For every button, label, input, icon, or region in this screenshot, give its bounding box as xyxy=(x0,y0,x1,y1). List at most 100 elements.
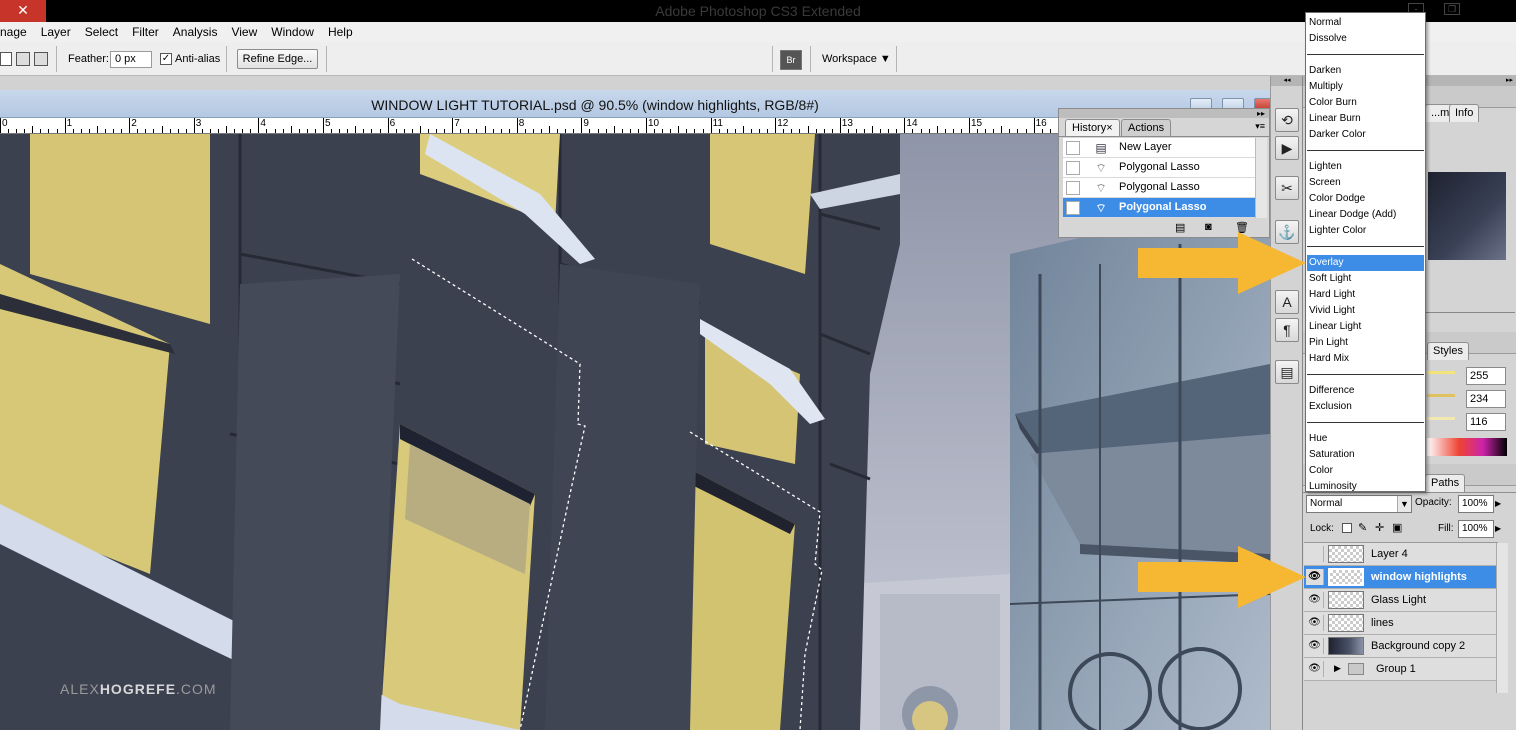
tab-history[interactable]: History× xyxy=(1065,119,1120,136)
eye-icon[interactable]: 👁 xyxy=(1306,661,1324,677)
blend-mode-option[interactable]: Luminosity xyxy=(1307,479,1424,495)
expand-group-icon[interactable]: ▶ xyxy=(1334,663,1341,674)
blend-mode-option[interactable]: Lighten xyxy=(1307,159,1424,175)
layer-row-selected[interactable]: 👁 window highlights xyxy=(1304,566,1496,589)
history-item[interactable]: ⌔ Polygonal Lasso xyxy=(1063,158,1255,178)
blend-mode-option[interactable]: Lighter Color xyxy=(1307,223,1424,239)
menu-layer[interactable]: Layer xyxy=(34,25,78,39)
red-value-field[interactable]: 255 xyxy=(1466,367,1506,385)
blend-mode-select[interactable]: Normal ▼ xyxy=(1306,495,1412,513)
layer-comps-icon[interactable]: ▤ xyxy=(1275,360,1299,384)
blend-mode-option[interactable]: Screen xyxy=(1307,175,1424,191)
layer-row[interactable]: 👁 lines xyxy=(1304,612,1496,635)
selection-mode-new-icon[interactable] xyxy=(0,52,12,66)
fill-field[interactable]: 100% xyxy=(1458,520,1494,538)
red-slider[interactable] xyxy=(1427,371,1455,374)
blend-mode-option[interactable]: Hue xyxy=(1307,431,1424,447)
layer-row[interactable]: 👁 Background copy 2 xyxy=(1304,635,1496,658)
history-brush-icon[interactable]: ⟲ xyxy=(1275,108,1299,132)
color-ramp[interactable] xyxy=(1427,438,1507,456)
green-slider[interactable] xyxy=(1427,394,1455,397)
blend-mode-option[interactable]: Vivid Light xyxy=(1307,303,1424,319)
eye-icon[interactable]: 👁 xyxy=(1306,638,1324,654)
feather-input[interactable]: 0 px xyxy=(110,51,152,68)
blend-mode-option[interactable]: Pin Light xyxy=(1307,335,1424,351)
navigator-zoom-slider[interactable] xyxy=(1425,312,1515,322)
navigator-thumbnail[interactable] xyxy=(1428,172,1506,260)
blend-mode-option[interactable]: Overlay xyxy=(1307,255,1424,271)
blend-mode-option[interactable]: Soft Light xyxy=(1307,271,1424,287)
bridge-icon[interactable]: Br xyxy=(780,50,802,70)
layers-scrollbar[interactable] xyxy=(1496,543,1508,693)
blend-mode-option[interactable]: Color Dodge xyxy=(1307,191,1424,207)
selection-mode-subtract-icon[interactable] xyxy=(16,52,30,66)
ruler-tick xyxy=(355,126,357,133)
blue-slider[interactable] xyxy=(1427,417,1455,420)
refine-edge-button[interactable]: Refine Edge... xyxy=(237,49,318,69)
menu-analysis[interactable]: Analysis xyxy=(166,25,225,39)
play-actions-icon[interactable]: ▶ xyxy=(1275,136,1299,160)
blend-mode-option[interactable]: Linear Burn xyxy=(1307,111,1424,127)
visibility-toggle[interactable] xyxy=(1306,546,1324,562)
blue-value-field[interactable]: 116 xyxy=(1466,413,1506,431)
workspace-button[interactable]: Workspace ▼ xyxy=(822,53,891,65)
blend-mode-option[interactable]: Darker Color xyxy=(1307,127,1424,143)
layer-row[interactable]: Layer 4 xyxy=(1304,543,1496,566)
layer-group-row[interactable]: 👁 ▶ Group 1 xyxy=(1304,658,1496,681)
blend-mode-option[interactable]: Saturation xyxy=(1307,447,1424,463)
lock-all-icon[interactable]: ▣ xyxy=(1392,521,1402,534)
eye-icon[interactable]: 👁 xyxy=(1306,615,1324,631)
tab-actions[interactable]: Actions xyxy=(1121,119,1172,136)
lock-position-icon[interactable]: ✛ xyxy=(1375,521,1384,534)
history-item[interactable]: ▤ New Layer xyxy=(1063,138,1255,158)
blend-mode-option[interactable]: Color Burn xyxy=(1307,95,1424,111)
layer-row[interactable]: 👁 Glass Light xyxy=(1304,589,1496,612)
blend-mode-option[interactable]: Color xyxy=(1307,463,1424,479)
opacity-slider-button[interactable]: ▶ xyxy=(1495,495,1507,513)
lock-pixels-icon[interactable]: ✎ xyxy=(1358,521,1367,534)
selection-mode-intersect-icon[interactable] xyxy=(34,52,48,66)
menu-view[interactable]: View xyxy=(224,25,264,39)
eye-icon[interactable]: 👁 xyxy=(1306,592,1324,608)
menu-filter[interactable]: Filter xyxy=(125,25,166,39)
blend-mode-option[interactable]: Normal xyxy=(1307,15,1424,31)
fill-slider-button[interactable]: ▶ xyxy=(1495,520,1507,538)
tab-info[interactable]: Info xyxy=(1449,104,1480,122)
tab-styles[interactable]: Styles xyxy=(1427,342,1469,360)
opacity-field[interactable]: 100% xyxy=(1458,495,1494,513)
blend-mode-option[interactable]: Multiply xyxy=(1307,79,1424,95)
maximize-button[interactable]: ❐ xyxy=(1444,3,1460,15)
blend-mode-option[interactable]: Linear Light xyxy=(1307,319,1424,335)
chevron-down-icon[interactable]: ▼ xyxy=(1397,496,1411,512)
blend-mode-option[interactable]: Dissolve xyxy=(1307,31,1424,47)
history-brush-source-checkbox[interactable] xyxy=(1066,161,1080,175)
blend-mode-option[interactable]: Hard Light xyxy=(1307,287,1424,303)
green-value-field[interactable]: 234 xyxy=(1466,390,1506,408)
menu-image[interactable]: nage xyxy=(0,25,34,39)
history-item[interactable]: ⌔ Polygonal Lasso xyxy=(1063,178,1255,198)
menu-select[interactable]: Select xyxy=(78,25,125,39)
history-brush-source-checkbox[interactable] xyxy=(1066,141,1080,155)
blend-mode-option[interactable]: Exclusion xyxy=(1307,399,1424,415)
blend-mode-option[interactable]: Hard Mix xyxy=(1307,351,1424,367)
panel-menu-icon[interactable]: ▾≡ xyxy=(1255,121,1265,132)
antialias-checkbox[interactable]: ✓ xyxy=(160,53,172,65)
blend-mode-option[interactable]: Difference xyxy=(1307,383,1424,399)
tab-paths[interactable]: Paths xyxy=(1425,474,1466,492)
history-scrollbar[interactable] xyxy=(1255,138,1267,218)
expand-dock-icon[interactable]: ◂◂ xyxy=(1271,76,1303,86)
lock-transparency-icon[interactable] xyxy=(1342,523,1352,533)
history-brush-source-checkbox[interactable] xyxy=(1066,201,1080,215)
eye-icon[interactable]: 👁 xyxy=(1306,569,1324,585)
blend-mode-option[interactable]: Linear Dodge (Add) xyxy=(1307,207,1424,223)
tools-icon[interactable]: ✂ xyxy=(1275,176,1299,200)
paragraph-icon[interactable]: ¶ xyxy=(1275,318,1299,342)
collapse-icon[interactable]: ▸▸ xyxy=(1257,109,1265,118)
menu-window[interactable]: Window xyxy=(264,25,321,39)
history-panel-grip[interactable] xyxy=(1059,109,1269,118)
tab-close-icon[interactable]: × xyxy=(1106,122,1112,134)
history-item-selected[interactable]: ⌔ Polygonal Lasso xyxy=(1063,198,1255,218)
history-brush-source-checkbox[interactable] xyxy=(1066,181,1080,195)
menu-help[interactable]: Help xyxy=(321,25,360,39)
blend-mode-option[interactable]: Darken xyxy=(1307,63,1424,79)
